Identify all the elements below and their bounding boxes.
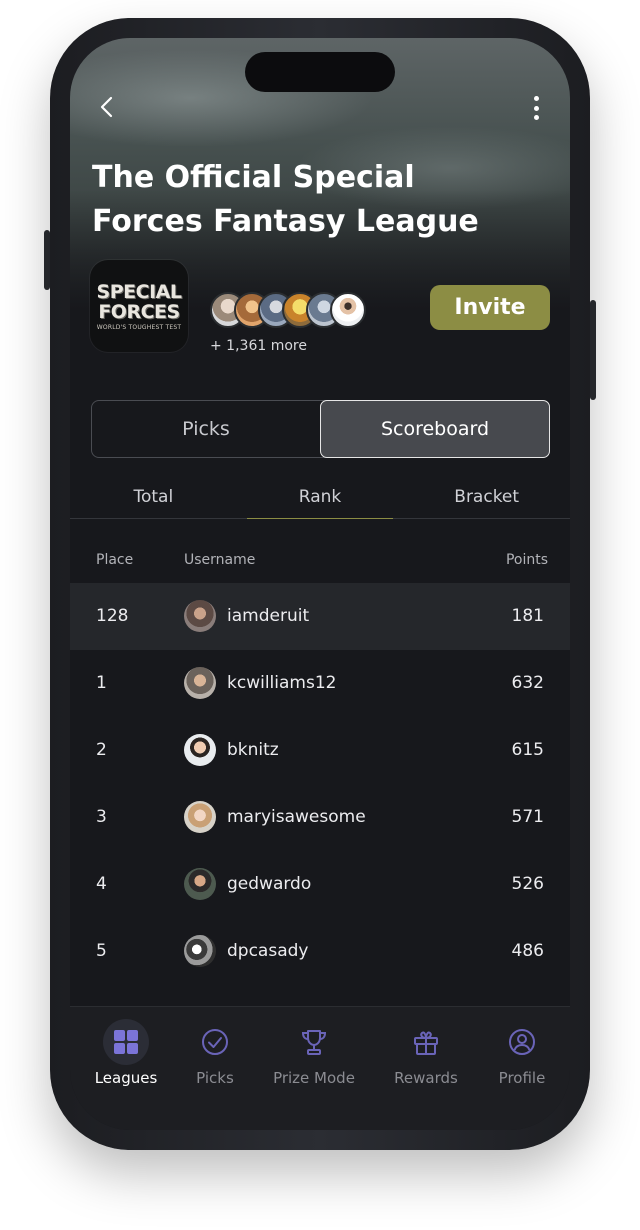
user-circle-icon <box>499 1019 545 1065</box>
trophy-icon <box>291 1019 337 1065</box>
avatar <box>184 935 216 967</box>
avatar <box>184 868 216 900</box>
invite-button[interactable]: Invite <box>430 285 550 330</box>
row-points: 486 <box>511 941 544 961</box>
tab-label: Profile <box>498 1069 546 1087</box>
segment-picks[interactable]: Picks <box>92 401 320 457</box>
column-header-points[interactable]: Points <box>506 552 548 568</box>
more-members-count[interactable]: + 1,361 more <box>210 338 307 354</box>
avatar <box>184 667 216 699</box>
row-username: bknitz <box>227 740 279 760</box>
tab-picks[interactable]: Picks <box>170 1019 260 1087</box>
row-place: 3 <box>96 807 107 827</box>
row-place: 2 <box>96 740 107 760</box>
tab-leagues[interactable]: Leagues <box>81 1019 171 1087</box>
table-row[interactable]: 3 maryisawesome 571 <box>70 784 570 851</box>
check-circle-icon <box>192 1019 238 1065</box>
back-button[interactable] <box>94 94 120 120</box>
avatar <box>184 734 216 766</box>
gift-icon <box>403 1019 449 1065</box>
dynamic-island <box>245 52 395 92</box>
row-username: kcwilliams12 <box>227 673 337 693</box>
tab-label: Leagues <box>94 1069 158 1087</box>
chevron-left-icon <box>100 96 113 118</box>
row-points: 181 <box>511 606 544 626</box>
subtab-bracket[interactable]: Bracket <box>403 476 570 518</box>
logo-text: SPECIAL <box>96 280 182 303</box>
tab-label: Rewards <box>394 1069 458 1087</box>
table-row[interactable]: 2 bknitz 615 <box>70 717 570 784</box>
segment-scoreboard[interactable]: Scoreboard <box>320 400 550 458</box>
column-header-place[interactable]: Place <box>96 552 133 568</box>
row-points: 615 <box>511 740 544 760</box>
table-row-current-user[interactable]: 128 iamderuit 181 <box>70 583 570 650</box>
bottom-tab-bar: Leagues Picks Prize Mode Rewards Profile <box>70 1006 570 1130</box>
row-place: 1 <box>96 673 107 693</box>
tab-prize-mode[interactable]: Prize Mode <box>269 1019 359 1087</box>
avatar <box>330 292 366 328</box>
avatar <box>184 600 216 632</box>
row-username: maryisawesome <box>227 807 366 827</box>
tab-rewards[interactable]: Rewards <box>381 1019 471 1087</box>
more-vertical-icon-dot <box>533 105 539 111</box>
column-header-username[interactable]: Username <box>184 552 255 568</box>
row-place: 5 <box>96 941 107 961</box>
table-row[interactable]: 5 dpcasady 486 <box>70 918 570 985</box>
view-segmented-control: Picks Scoreboard <box>91 400 550 458</box>
scoreboard-subtabs: Total Rank Bracket <box>70 476 570 519</box>
tab-profile[interactable]: Profile <box>477 1019 567 1087</box>
app-screen: The Official Special Forces Fantasy Leag… <box>70 38 570 1130</box>
tab-label: Prize Mode <box>273 1069 355 1087</box>
more-vertical-icon-dot <box>533 96 539 101</box>
more-options-button[interactable] <box>530 96 542 120</box>
row-points: 526 <box>511 874 544 894</box>
league-logo[interactable]: SPECIAL FORCES WORLD'S TOUGHEST TEST <box>90 260 188 352</box>
tab-label: Picks <box>196 1069 234 1087</box>
logo-subtext: WORLD'S TOUGHEST TEST <box>96 323 182 331</box>
avatar <box>184 801 216 833</box>
phone-side-button-right <box>590 300 596 400</box>
row-username: dpcasady <box>227 941 309 961</box>
row-username: iamderuit <box>227 606 310 626</box>
more-vertical-icon-dot <box>533 115 539 120</box>
league-title: The Official Special Forces Fantasy Leag… <box>92 160 479 239</box>
row-place: 4 <box>96 874 107 894</box>
row-points: 571 <box>511 807 544 827</box>
row-username: gedwardo <box>227 874 312 894</box>
logo-text: FORCES <box>98 300 180 323</box>
row-points: 632 <box>511 673 544 693</box>
grid-icon <box>103 1019 149 1065</box>
table-row[interactable]: 1 kcwilliams12 632 <box>70 650 570 717</box>
table-row[interactable]: 4 gedwardo 526 <box>70 851 570 918</box>
subtab-rank[interactable]: Rank <box>237 476 404 519</box>
table-header: Place Username Points <box>70 548 570 574</box>
subtab-total[interactable]: Total <box>70 476 237 518</box>
row-place: 128 <box>96 606 129 626</box>
leaderboard-list: 128 iamderuit 181 1 kcwilliams12 632 2 b… <box>70 583 570 985</box>
